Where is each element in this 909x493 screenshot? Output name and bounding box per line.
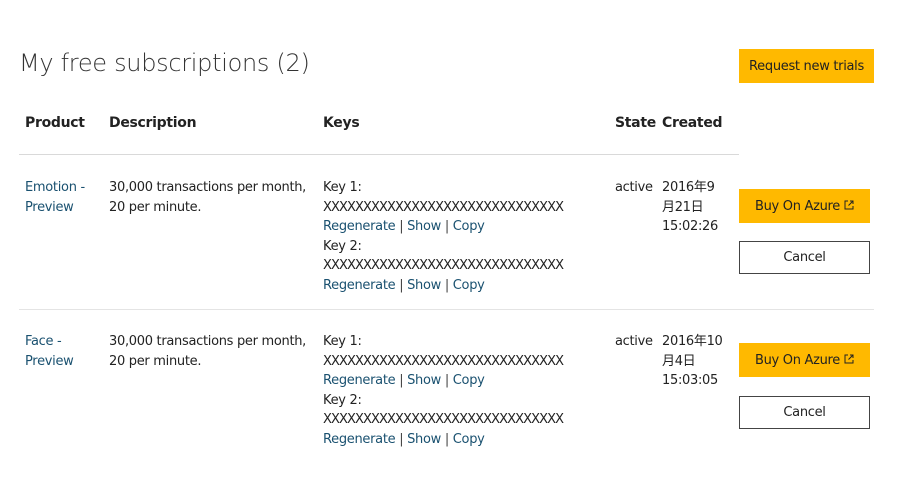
product-name-line2: Preview <box>25 199 74 215</box>
key1-label: Key 1: <box>323 180 362 195</box>
separator: | <box>444 431 453 447</box>
key2-regenerate-link[interactable]: Regenerate <box>323 432 396 447</box>
separator: | <box>444 219 453 234</box>
key1-label: Key 1: <box>323 334 362 349</box>
separator: | <box>399 219 408 234</box>
external-link-icon <box>844 199 854 214</box>
header-state: State <box>615 115 656 131</box>
keys-cell: Key 1: XXXXXXXXXXXXXXXXXXXXXXXXXXXXXX Re… <box>323 178 564 296</box>
product-name-line1: Face - <box>25 334 62 349</box>
key1-copy-link[interactable]: Copy <box>453 219 485 234</box>
key2-value: XXXXXXXXXXXXXXXXXXXXXXXXXXXXXX <box>323 258 564 273</box>
description-line1: 30,000 transactions per month, <box>109 180 307 195</box>
product-cell: Emotion - Preview <box>25 178 85 217</box>
key1-value: XXXXXXXXXXXXXXXXXXXXXXXXXXXXXX <box>323 353 564 369</box>
separator: | <box>444 277 453 293</box>
description-line1: 30,000 transactions per month, <box>109 334 307 349</box>
header-created: Created <box>662 115 723 131</box>
header-keys: Keys <box>323 115 360 131</box>
table-header: Product Description Keys State Created <box>19 114 739 155</box>
state-cell: active <box>615 180 653 195</box>
created-line1: 2016年10 <box>662 334 723 349</box>
product-cell: Face - Preview <box>25 332 74 371</box>
created-cell: 2016年10 月4日 15:03:05 <box>662 332 723 391</box>
cancel-button[interactable]: Cancel <box>739 396 870 429</box>
separator: | <box>399 277 408 293</box>
key1-regenerate-link[interactable]: Regenerate <box>323 373 396 388</box>
key1-actions: Regenerate | Show | Copy <box>323 217 563 237</box>
key1-regenerate-link[interactable]: Regenerate <box>323 219 396 234</box>
header-description: Description <box>109 115 197 131</box>
request-new-trials-button[interactable]: Request new trials <box>739 49 874 83</box>
description-cell: 30,000 transactions per month, 20 per mi… <box>109 332 306 371</box>
created-line3: 15:03:05 <box>662 373 718 388</box>
key1-actions: Regenerate | Show | Copy <box>323 371 563 391</box>
created-line3: 15:02:26 <box>662 219 718 234</box>
key2-actions: Regenerate | Show | Copy <box>323 276 563 296</box>
cancel-button[interactable]: Cancel <box>739 241 870 274</box>
key2-label: Key 2: <box>323 392 362 408</box>
separator: | <box>444 373 453 388</box>
created-line2: 月21日 <box>662 199 704 215</box>
product-link[interactable]: Emotion - Preview <box>25 178 85 217</box>
key2-actions: Regenerate | Show | Copy <box>323 430 563 450</box>
key1-show-link[interactable]: Show <box>407 373 441 388</box>
key1-copy-link[interactable]: Copy <box>453 373 485 388</box>
row-divider <box>19 309 874 310</box>
keys-cell: Key 1: XXXXXXXXXXXXXXXXXXXXXXXXXXXXXX Re… <box>323 332 564 450</box>
product-name-line2: Preview <box>25 353 74 369</box>
separator: | <box>399 431 408 447</box>
key2-copy-link[interactable]: Copy <box>453 278 485 293</box>
key2-show-link[interactable]: Show <box>407 278 441 293</box>
key2-label: Key 2: <box>323 238 362 254</box>
buy-label: Buy On Azure <box>754 198 840 214</box>
buy-on-azure-button[interactable]: Buy On Azure <box>739 343 870 377</box>
created-line2: 月4日 <box>662 353 696 369</box>
key1-show-link[interactable]: Show <box>407 219 441 234</box>
description-line2: 20 per minute. <box>109 353 202 369</box>
key2-regenerate-link[interactable]: Regenerate <box>323 278 396 293</box>
product-name-line1: Emotion - <box>25 180 85 195</box>
header-product: Product <box>25 115 85 131</box>
description-cell: 30,000 transactions per month, 20 per mi… <box>109 178 306 217</box>
state-cell: active <box>615 334 653 349</box>
description-line2: 20 per minute. <box>109 199 202 215</box>
external-link-icon <box>844 353 854 368</box>
key2-value: XXXXXXXXXXXXXXXXXXXXXXXXXXXXXX <box>323 412 564 427</box>
page-title: My free subscriptions (2) <box>19 49 310 77</box>
buy-on-azure-button[interactable]: Buy On Azure <box>739 189 870 223</box>
key2-show-link[interactable]: Show <box>407 432 441 447</box>
created-cell: 2016年9 月21日 15:02:26 <box>662 178 718 237</box>
key2-copy-link[interactable]: Copy <box>453 432 485 447</box>
buy-label: Buy On Azure <box>754 352 840 368</box>
created-line1: 2016年9 <box>662 180 715 195</box>
product-link[interactable]: Face - Preview <box>25 332 74 371</box>
key1-value: XXXXXXXXXXXXXXXXXXXXXXXXXXXXXX <box>323 199 564 215</box>
separator: | <box>399 373 408 388</box>
